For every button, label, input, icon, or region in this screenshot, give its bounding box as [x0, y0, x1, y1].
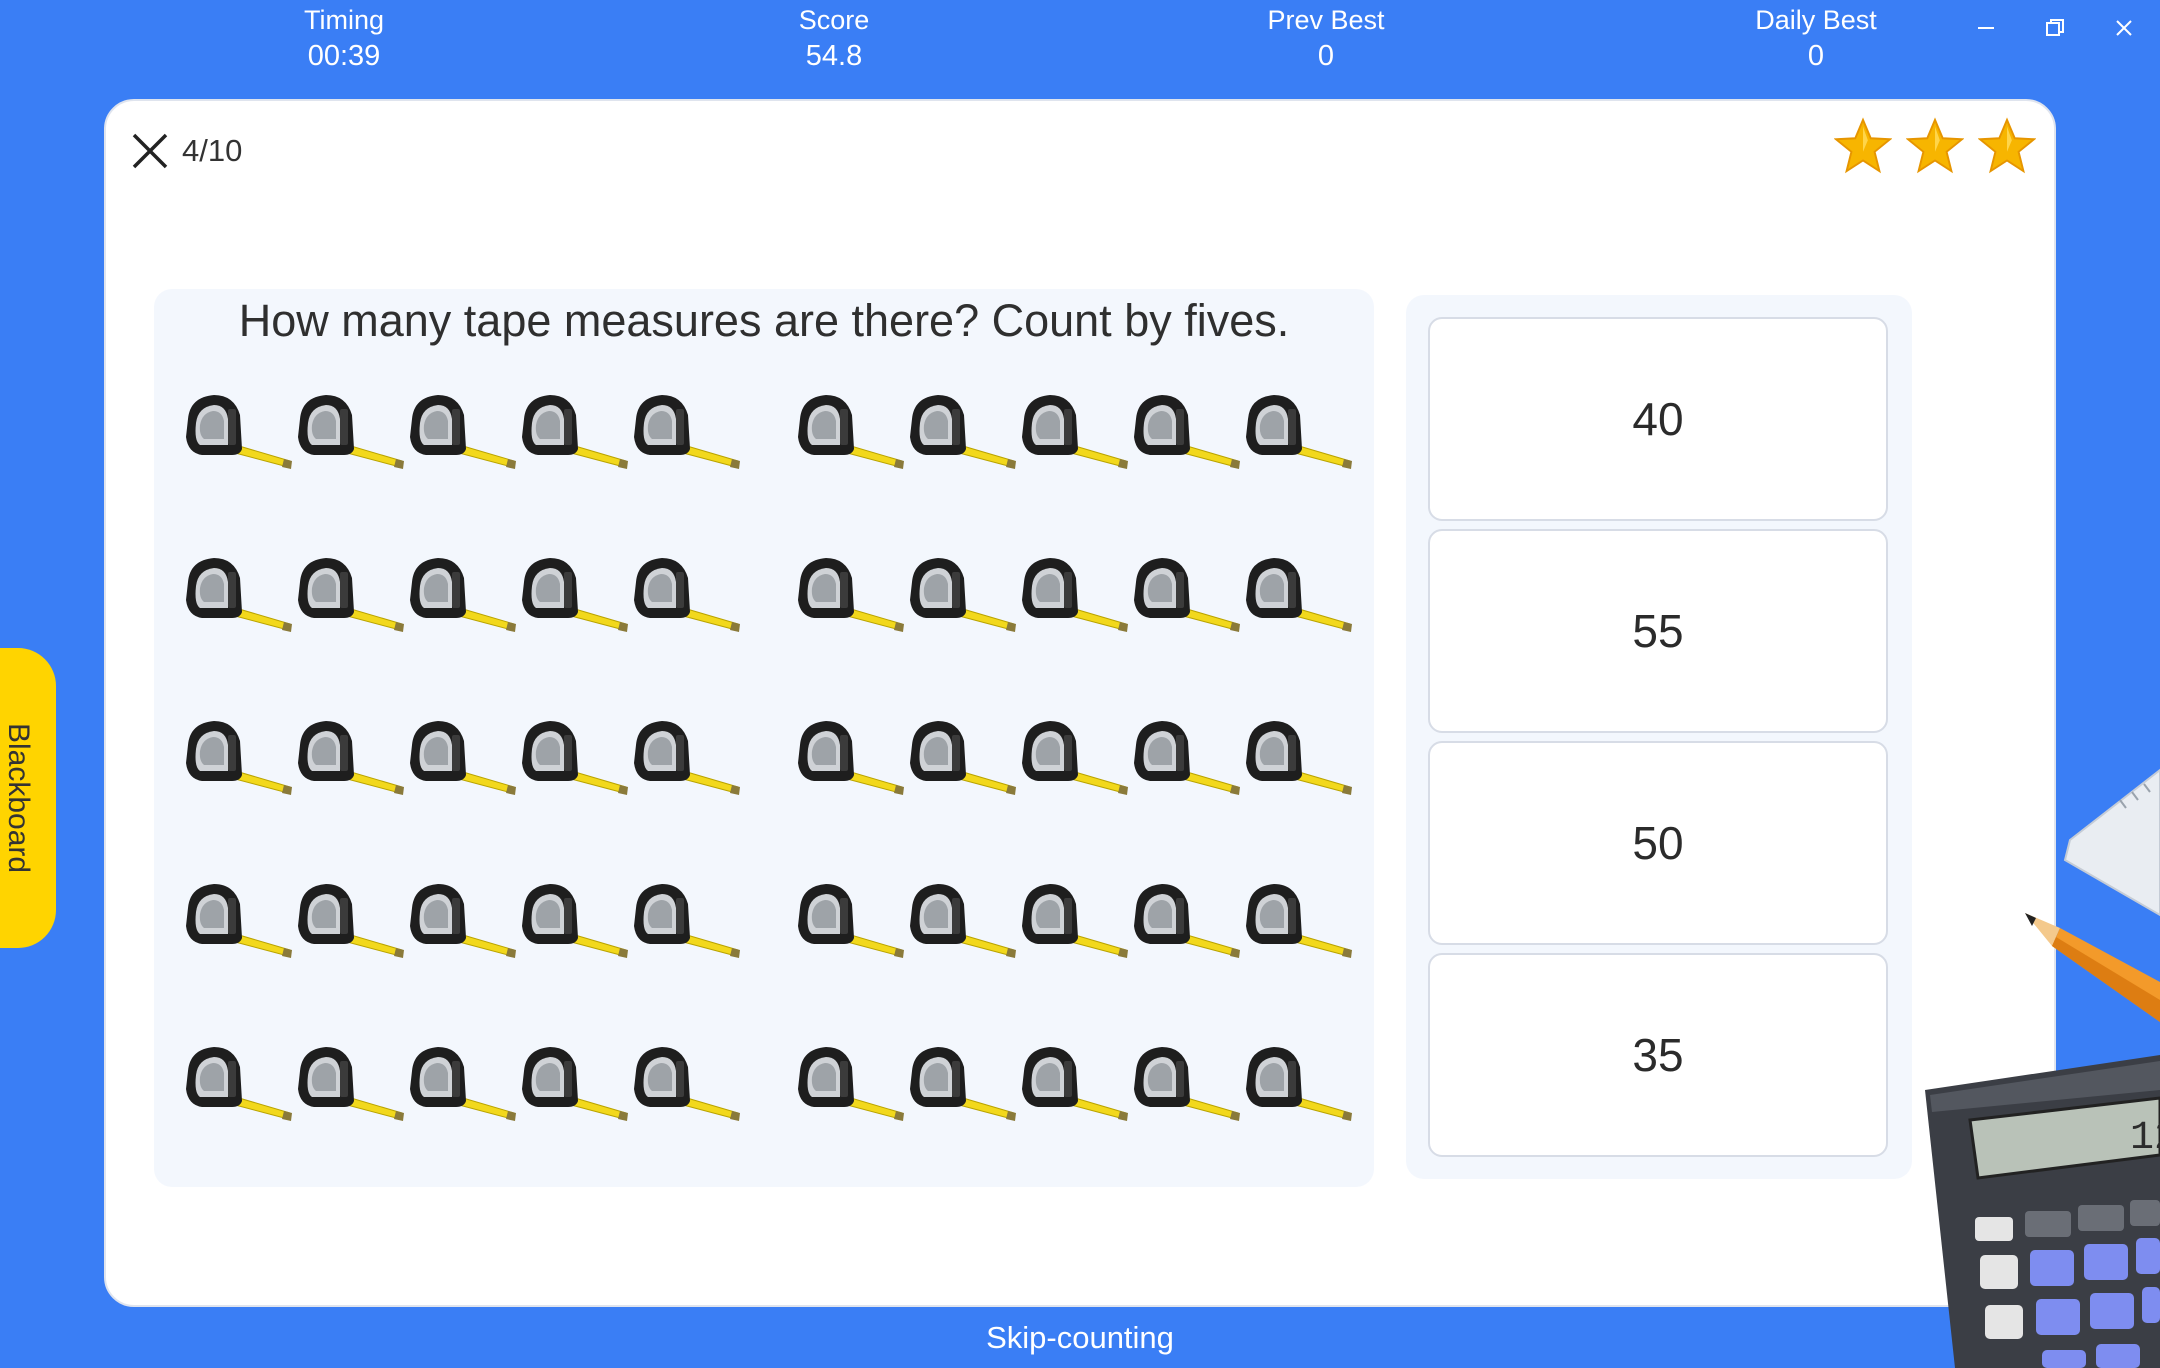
tape-measure-icon: [1130, 715, 1240, 799]
tape-measure-icon: [294, 1041, 404, 1125]
tape-measure-icon: [406, 1041, 516, 1125]
minimize-button[interactable]: [1958, 8, 2014, 48]
tape-measure-icon: [182, 1041, 292, 1125]
ruler-icon: [2063, 768, 2160, 917]
tape-measure-icon: [1018, 552, 1128, 636]
tape-measure-icon: [630, 552, 740, 636]
answer-option-3[interactable]: 50: [1428, 741, 1888, 945]
score-label: Score: [798, 5, 870, 35]
tape-measure-icon: [906, 1041, 1016, 1125]
tape-measure-icon: [1018, 878, 1128, 962]
answer-option-2[interactable]: 55: [1428, 529, 1888, 733]
tape-measure-icon: [630, 715, 740, 799]
topic-label: Skip-counting: [986, 1320, 1174, 1355]
desk-decoration: 12: [1925, 768, 2160, 1368]
star-rating: [1834, 117, 2036, 175]
tape-measure-icon: [1130, 1041, 1240, 1125]
tape-measure-icon: [1130, 552, 1240, 636]
star-icon: [1978, 117, 2036, 174]
tape-measure-icon: [406, 715, 516, 799]
question-text: How many tape measures are there? Count …: [238, 295, 1290, 346]
tape-measure-icon: [794, 715, 904, 799]
score-value: 54.8: [805, 39, 863, 72]
tape-measure-icon: [406, 878, 516, 962]
tape-measure-icon: [294, 878, 404, 962]
tape-measure-icon: [1018, 1041, 1128, 1125]
minimize-icon: [1978, 27, 1994, 29]
tape-measure-icon: [518, 552, 628, 636]
svg-text:12: 12: [2130, 1116, 2160, 1161]
answer-panel: 40 55 50 35: [1406, 295, 1912, 1179]
tape-measure-icon: [518, 715, 628, 799]
tape-measure-icon: [1130, 878, 1240, 962]
daily-best-value: 0: [1807, 39, 1825, 72]
tape-measure-icon: [906, 878, 1016, 962]
restore-icon: [2046, 19, 2064, 36]
tape-measure-icon: [1018, 389, 1128, 473]
tape-measure-icon: [1130, 389, 1240, 473]
prev-best-stat: Prev Best 0: [1176, 4, 1476, 74]
timing-label: Timing: [303, 5, 384, 35]
tape-measure-icon: [182, 552, 292, 636]
tape-measure-icon: [1242, 878, 1352, 962]
blackboard-tab[interactable]: Blackboard: [0, 648, 56, 948]
tape-measure-icon: [794, 552, 904, 636]
tape-measure-icon: [1242, 389, 1352, 473]
answer-option-1[interactable]: 40: [1428, 317, 1888, 521]
prev-best-label: Prev Best: [1267, 5, 1385, 35]
window-close-button[interactable]: [2096, 8, 2152, 48]
tape-measure-icon: [794, 1041, 904, 1125]
tape-measure-icon: [294, 389, 404, 473]
progress-counter: 4/10: [182, 133, 243, 168]
question-panel: How many tape measures are there? Count …: [154, 289, 1374, 1187]
tape-measure-icon: [630, 1041, 740, 1125]
tape-measure-icon: [182, 878, 292, 962]
tape-measure-icon: [406, 389, 516, 473]
timing-stat: Timing 00:39: [194, 4, 494, 74]
quiz-card: 4/10 How many tape measures are there? C…: [104, 99, 2056, 1307]
tape-measure-icon: [906, 389, 1016, 473]
tape-measure-icon: [1242, 1041, 1352, 1125]
tape-measure-icon: [518, 878, 628, 962]
tape-measure-icon: [630, 878, 740, 962]
timing-value: 00:39: [307, 39, 381, 72]
score-stat: Score 54.8: [684, 4, 984, 74]
daily-best-stat: Daily Best 0: [1666, 4, 1966, 74]
tape-measure-icon: [906, 715, 1016, 799]
tape-measure-icon: [294, 552, 404, 636]
tape-measure-icon: [1242, 552, 1352, 636]
tape-measure-icon: [294, 715, 404, 799]
close-icon: [132, 133, 168, 169]
tape-measure-icon: [518, 1041, 628, 1125]
tape-measure-icon: [794, 389, 904, 473]
tape-measure-icon: [406, 552, 516, 636]
tape-measure-icon: [906, 552, 1016, 636]
tape-measure-icon: [1242, 715, 1352, 799]
pencil-icon: [2025, 913, 2160, 1022]
tape-measure-icon: [1018, 715, 1128, 799]
prev-best-value: 0: [1317, 39, 1335, 72]
star-icon: [1834, 117, 1892, 174]
blackboard-label: Blackboard: [2, 722, 35, 874]
restore-button[interactable]: [2027, 8, 2083, 48]
tape-measure-icon: [518, 389, 628, 473]
daily-best-label: Daily Best: [1755, 5, 1877, 35]
answer-option-4[interactable]: 35: [1428, 953, 1888, 1157]
close-icon: [2116, 20, 2132, 36]
tape-measure-icon: [630, 389, 740, 473]
exit-quiz-button[interactable]: [128, 129, 172, 173]
tape-measure-icon: [182, 389, 292, 473]
tape-measure-icon: [182, 715, 292, 799]
tape-measure-icon: [794, 878, 904, 962]
star-icon: [1906, 117, 1964, 174]
